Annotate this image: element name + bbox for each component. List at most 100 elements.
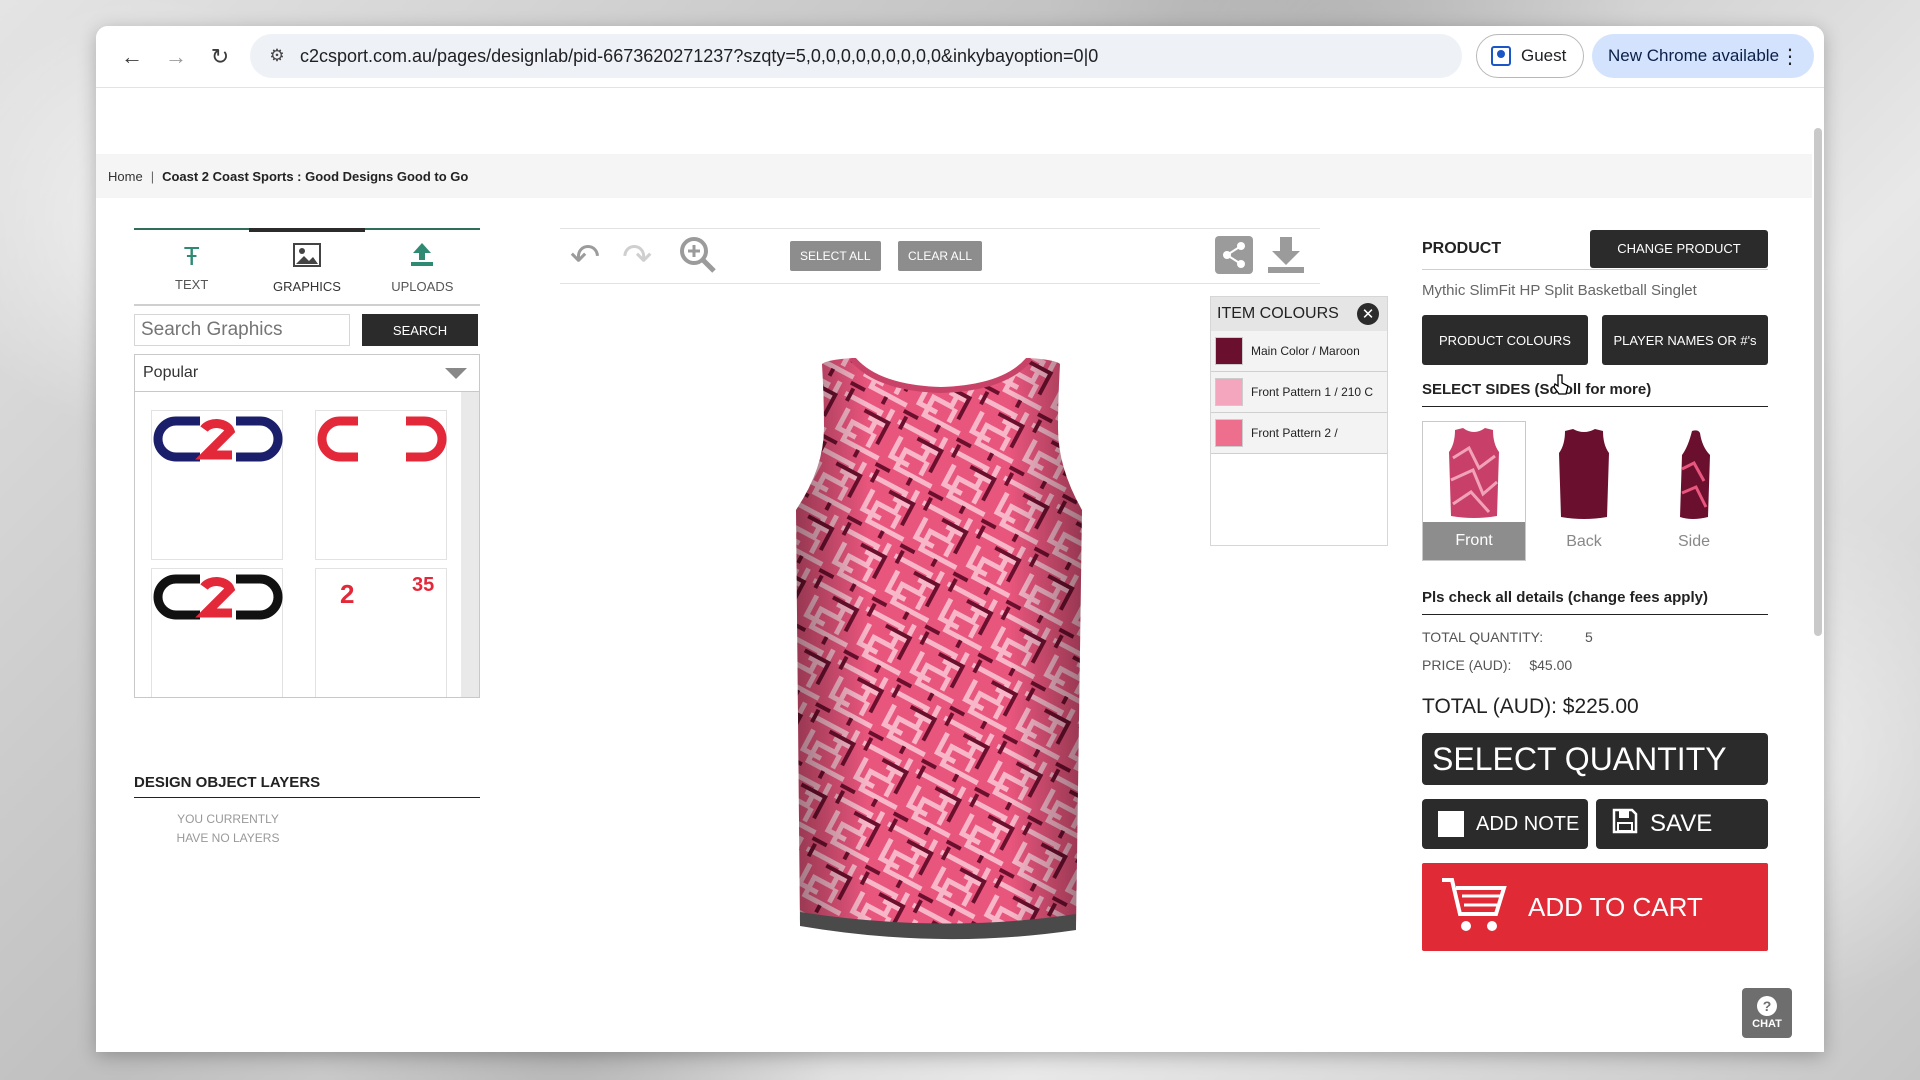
breadcrumb-home[interactable]: Home (108, 169, 143, 184)
breadcrumb-separator: | (150, 168, 155, 184)
product-name: Mythic SlimFit HP Split Basketball Singl… (1422, 282, 1697, 299)
close-icon[interactable]: ✕ (1357, 303, 1379, 325)
add-note-label: ADD NOTE (1476, 812, 1580, 835)
forward-icon[interactable]: → (154, 35, 198, 79)
colour-row-value: Maroon (1319, 344, 1360, 358)
gallery-scrollbar[interactable] (461, 392, 479, 697)
colour-swatch[interactable] (1215, 378, 1243, 406)
side-thumbnail (1680, 430, 1710, 519)
sides-selector: Front Back Side (1422, 421, 1768, 561)
browser-toolbar: ← → ↻ ⚙ c2csport.com.au/pages/designlab/… (96, 26, 1824, 88)
colour-row-label: Front Pattern 1 (1251, 385, 1332, 399)
c2c-logo-navy-red-graphic (153, 416, 283, 462)
back-icon[interactable]: ← (110, 35, 154, 79)
chrome-update-button[interactable]: New Chrome available ⋮ (1592, 34, 1814, 78)
gallery-item[interactable] (151, 410, 283, 560)
item-colours-title: ITEM COLOURS (1217, 305, 1339, 322)
category-selected-value: Popular (143, 364, 199, 381)
reload-icon[interactable]: ↻ (198, 35, 242, 79)
upload-icon (409, 241, 435, 271)
url-text[interactable]: c2csport.com.au/pages/designlab/pid-6673… (300, 46, 1098, 67)
tab-graphics-label: GRAPHICS (273, 278, 341, 294)
profile-button[interactable]: Guest (1476, 34, 1584, 78)
design-layers-panel: DESIGN OBJECT LAYERS YOU CURRENTLY HAVE … (134, 774, 480, 848)
jersey-preview[interactable] (796, 358, 1086, 948)
search-graphics-input[interactable] (134, 314, 350, 346)
zoom-in-icon[interactable] (678, 235, 718, 285)
colour-row-separator: / (1312, 344, 1316, 358)
side-back-label: Back (1566, 533, 1602, 550)
gallery-item[interactable]: 2 35 (315, 568, 447, 697)
product-colours-button[interactable]: PRODUCT COLOURS (1422, 315, 1588, 365)
colour-row-label: Main Color (1251, 344, 1310, 358)
profile-icon (1491, 46, 1511, 66)
note-save-row: ADD NOTE SAVE (1422, 799, 1768, 849)
category-select[interactable]: Popular (134, 354, 480, 392)
colour-row-value: 210 C (1341, 385, 1374, 399)
select-quantity-button[interactable]: SELECT QUANTITY (1422, 733, 1768, 785)
tab-uploads[interactable]: UPLOADS (365, 230, 480, 304)
colour-row-pattern-2[interactable]: Front Pattern 2 / (1211, 413, 1387, 454)
select-sides-title: SELECT SIDES (Scroll for more) (1422, 381, 1768, 407)
save-button[interactable]: SAVE (1596, 799, 1768, 849)
download-icon[interactable] (1266, 235, 1306, 285)
item-colours-panel: ITEM COLOURS ✕ Main Color / Maroon Front… (1210, 296, 1388, 546)
front-thumbnail (1449, 428, 1499, 518)
share-icon[interactable] (1214, 235, 1254, 285)
tab-graphics[interactable]: GRAPHICS (249, 228, 365, 304)
check-details-title: Pls check all details (change fees apply… (1422, 589, 1768, 615)
undo-icon[interactable]: ↶ (570, 235, 600, 279)
layers-empty-message: YOU CURRENTLY HAVE NO LAYERS (176, 812, 280, 845)
note-icon (1438, 811, 1464, 837)
tabs-divider (134, 304, 480, 306)
pointer-cursor-icon (1553, 374, 1569, 395)
profile-label: Guest (1521, 46, 1567, 65)
back-thumbnail (1559, 429, 1609, 519)
product-label: PRODUCT (1422, 239, 1502, 257)
colour-row-main[interactable]: Main Color / Maroon (1211, 331, 1387, 372)
product-actions: PRODUCT COLOURS PLAYER NAMES OR #'s (1422, 315, 1768, 365)
update-label: New Chrome available (1608, 46, 1780, 65)
clear-all-button[interactable]: CLEAR ALL (898, 241, 983, 271)
gallery-item[interactable] (151, 568, 283, 697)
colour-swatch[interactable] (1215, 337, 1243, 365)
c-bracket-red-graphic (317, 416, 447, 462)
side-front[interactable]: Front (1422, 421, 1526, 561)
price-value: $45.00 (1529, 657, 1573, 673)
chat-button[interactable]: ? CHAT (1742, 988, 1792, 1038)
more-menu-icon[interactable]: ⋮ (1780, 44, 1800, 69)
total-price: TOTAL (AUD): $225.00 (1422, 695, 1639, 718)
text-icon: Ŧ (183, 240, 200, 271)
colour-row-label: Front Pattern 2 (1251, 426, 1332, 440)
graphic-number-35: 35 (412, 574, 434, 596)
side-back[interactable]: Back (1532, 421, 1636, 561)
help-icon: ? (1757, 996, 1777, 1016)
price-label: PRICE (AUD): (1422, 657, 1512, 673)
total-quantity-row: TOTAL QUANTITY: 5 (1422, 629, 1768, 645)
tab-text[interactable]: Ŧ TEXT (134, 230, 249, 304)
page-scrollbar[interactable] (1814, 128, 1822, 636)
select-all-button[interactable]: SELECT ALL (790, 241, 881, 271)
numbers-graphic: 2 35 (340, 574, 434, 609)
chat-label: CHAT (1752, 1018, 1782, 1030)
colour-row-pattern-1[interactable]: Front Pattern 1 / 210 C (1211, 372, 1387, 413)
side-side[interactable]: Side (1642, 421, 1746, 561)
redo-icon[interactable]: ↷ (622, 235, 652, 279)
site-settings-icon[interactable]: ⚙ (264, 43, 290, 69)
address-bar[interactable]: ⚙ c2csport.com.au/pages/designlab/pid-66… (250, 34, 1462, 78)
tab-uploads-label: UPLOADS (391, 278, 454, 294)
breadcrumb-current: Coast 2 Coast Sports : Good Designs Good… (162, 168, 469, 184)
add-to-cart-button[interactable]: ADD TO CART (1422, 863, 1768, 951)
total-quantity-value: 5 (1584, 629, 1593, 645)
browser-window: ← → ↻ ⚙ c2csport.com.au/pages/designlab/… (96, 26, 1824, 1052)
change-product-button[interactable]: CHANGE PRODUCT (1590, 229, 1768, 268)
colour-row-separator: / (1334, 385, 1338, 399)
add-note-button[interactable]: ADD NOTE (1422, 799, 1588, 849)
colour-swatch[interactable] (1215, 419, 1243, 447)
search-button[interactable]: SEARCH (362, 314, 478, 346)
gallery-item[interactable] (315, 410, 447, 560)
player-names-button[interactable]: PLAYER NAMES OR #'s (1602, 315, 1768, 365)
tab-text-label: TEXT (175, 276, 209, 292)
add-to-cart-label: ADD TO CART (1528, 891, 1703, 922)
graphics-gallery: 2 35 (134, 392, 480, 698)
